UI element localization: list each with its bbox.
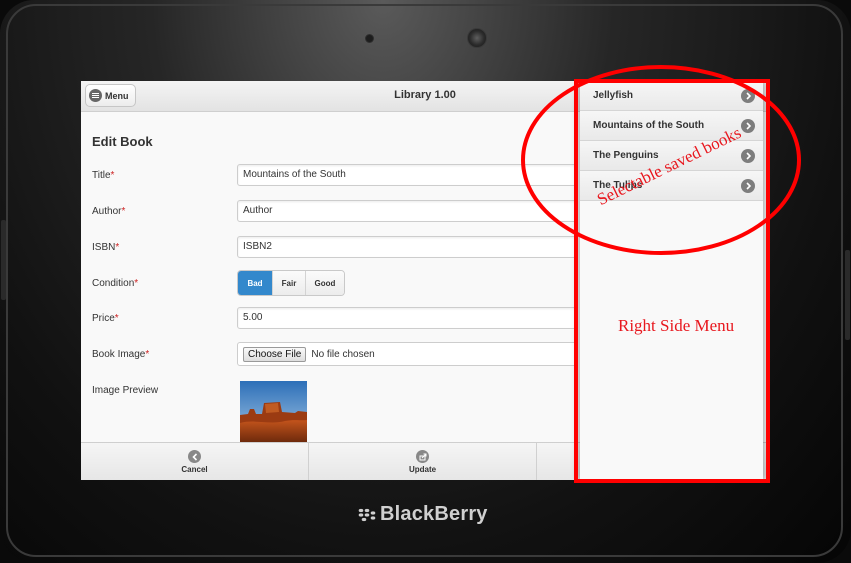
camera-icon: [467, 28, 487, 48]
condition-option-bad[interactable]: Bad: [238, 271, 273, 295]
brand-name: BlackBerry: [380, 503, 488, 525]
condition-selector: Bad Fair Good: [237, 270, 345, 296]
isbn-label: ISBN*: [92, 242, 120, 253]
book-image-label: Book Image*: [92, 349, 150, 360]
sensor-dot: [365, 34, 374, 43]
image-preview-label: Image Preview: [92, 385, 159, 396]
title-label: Title*: [92, 170, 115, 181]
condition-option-good[interactable]: Good: [306, 271, 344, 295]
side-button-left: [1, 220, 6, 300]
blackberry-logo-icon: [358, 508, 376, 521]
no-file-text: No file chosen: [311, 348, 375, 360]
brand-logo: BlackBerry: [358, 503, 488, 526]
price-label: Price*: [92, 313, 119, 324]
condition-label: Condition*: [92, 278, 139, 289]
right-menu-annotation-text: Right Side Menu: [618, 316, 735, 335]
cancel-button[interactable]: Cancel: [81, 443, 309, 480]
side-button-right: [845, 250, 850, 340]
page-title: Edit Book: [92, 134, 153, 149]
update-label: Update: [408, 465, 437, 474]
condition-option-fair[interactable]: Fair: [273, 271, 306, 295]
back-arrow-icon: [188, 450, 201, 463]
choose-file-button[interactable]: Choose File: [243, 346, 307, 362]
image-preview: [240, 381, 307, 442]
update-button[interactable]: Update: [309, 443, 537, 480]
price-input[interactable]: 5.00: [237, 307, 577, 329]
cancel-label: Cancel: [181, 465, 208, 474]
action-icon: [416, 450, 429, 463]
author-label: Author*: [92, 206, 126, 217]
book-image-file-input: Choose File No file chosen: [237, 342, 577, 366]
